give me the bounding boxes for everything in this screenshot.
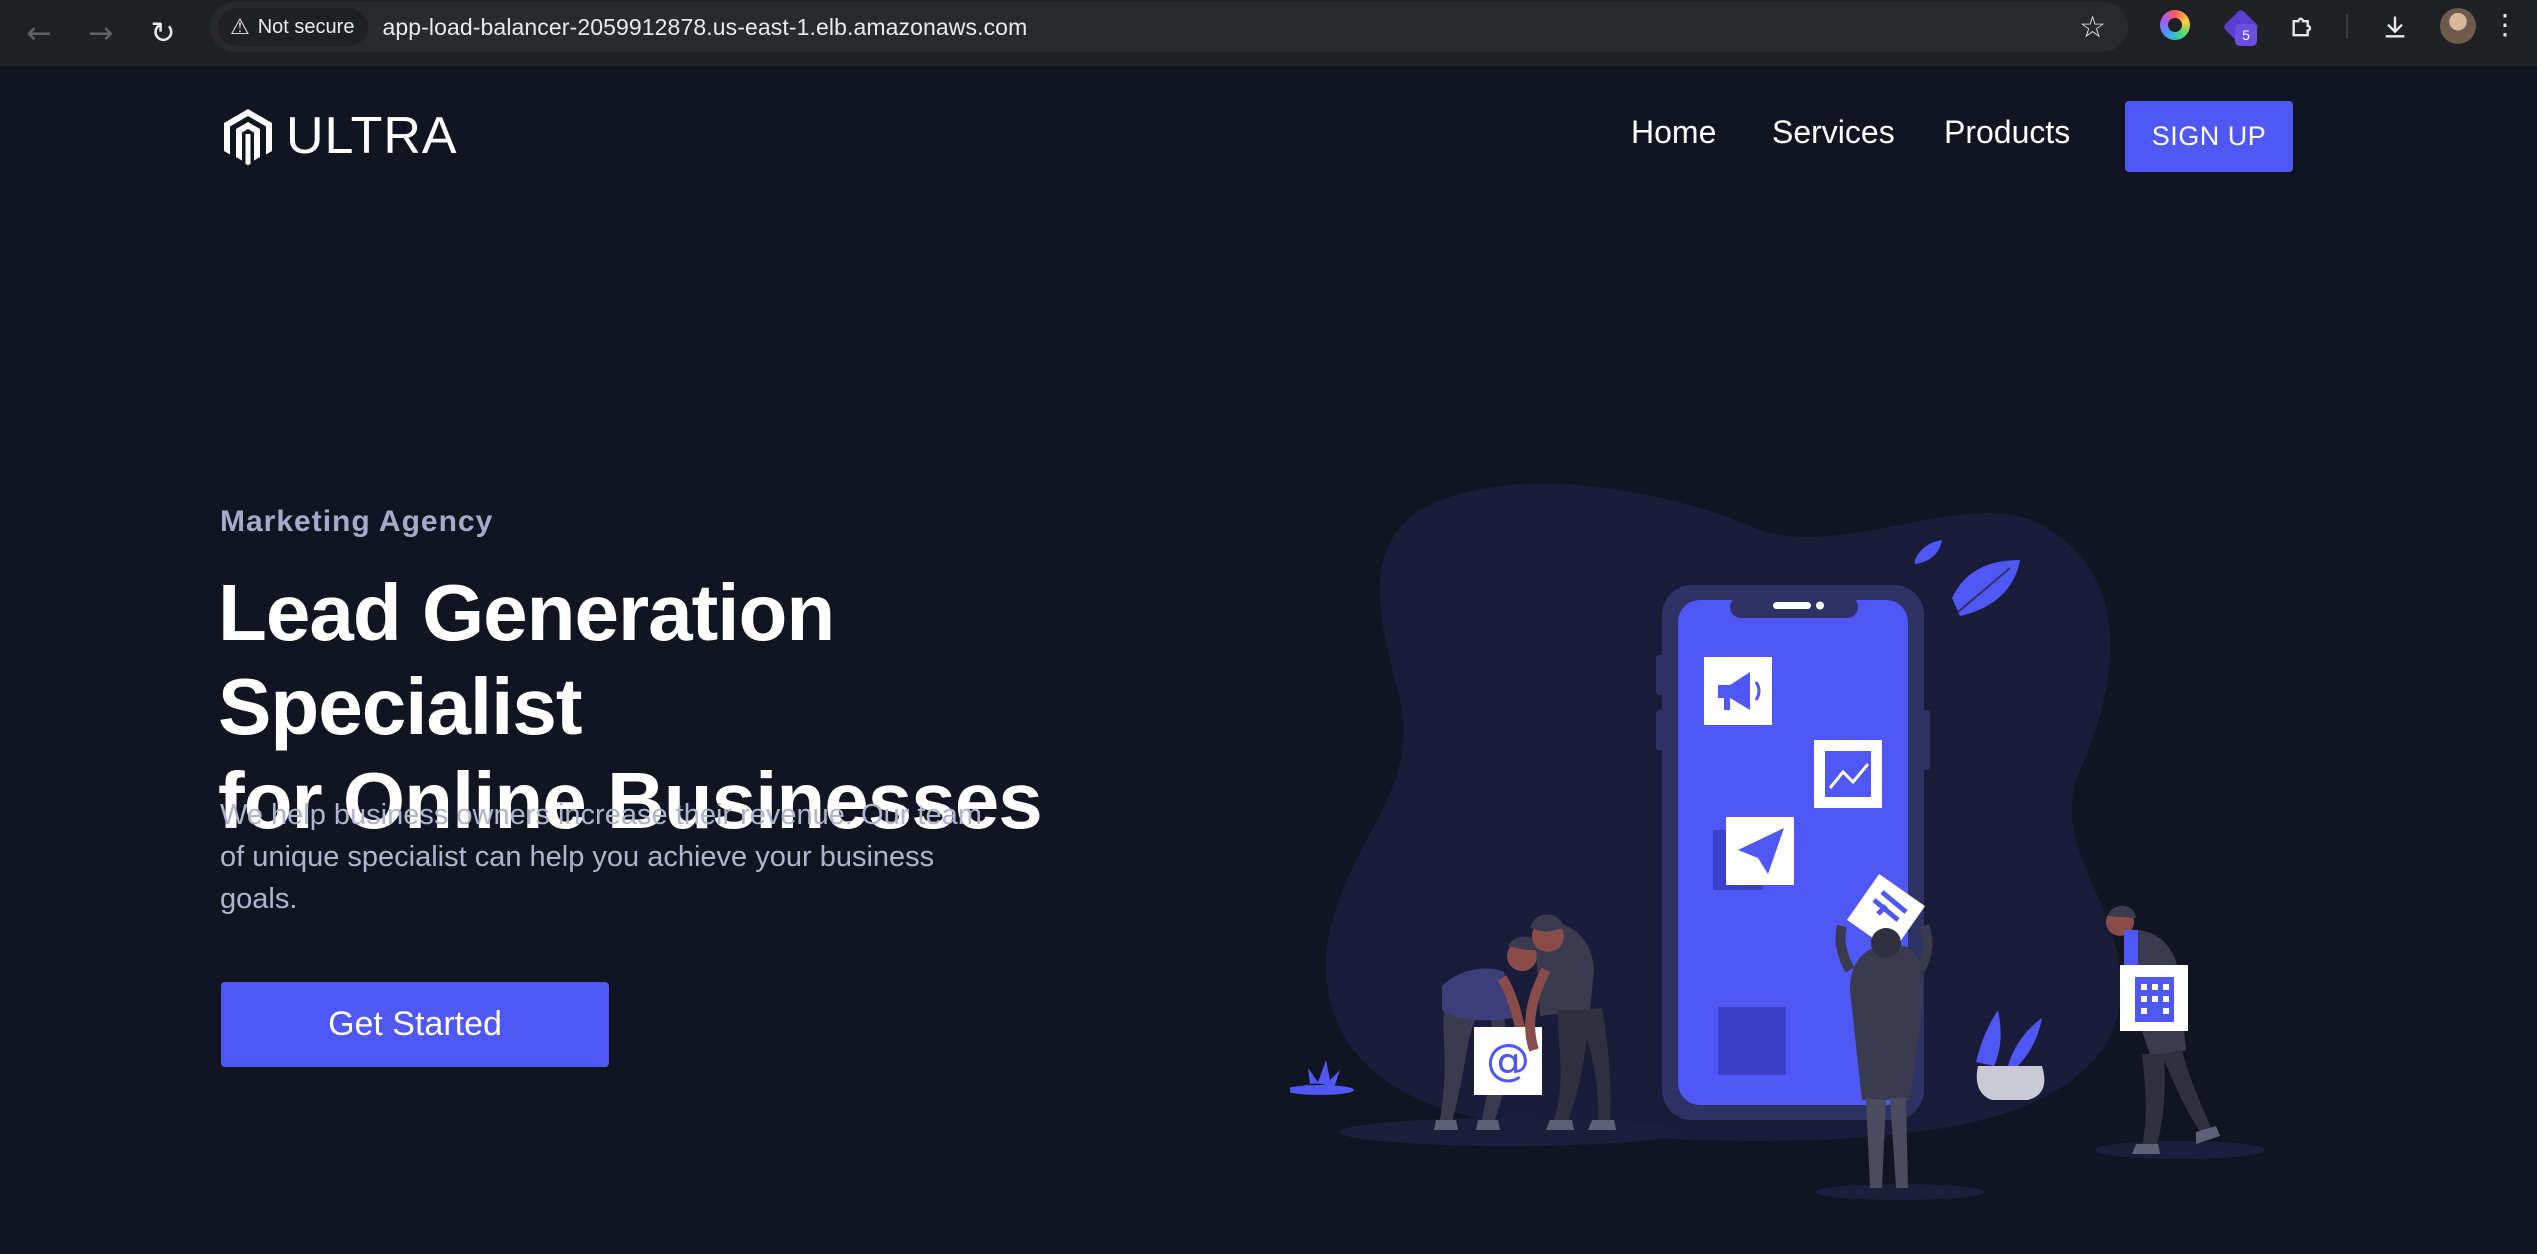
nav-home[interactable]: Home	[1631, 114, 1716, 151]
browser-toolbar: ← → ↻ ⚠ Not secure app-load-balancer-205…	[0, 0, 2537, 66]
analytics-icon	[1814, 740, 1882, 808]
brand-logo[interactable]: ULTRA	[222, 106, 458, 166]
brand-mark-icon	[224, 109, 272, 165]
more-menu-icon[interactable]: ⋮	[2491, 8, 2519, 41]
site-header: ULTRA Home Services Products SIGN UP	[0, 66, 2537, 206]
nav-products[interactable]: Products	[1944, 114, 2070, 151]
security-label: Not secure	[257, 15, 355, 38]
security-chip[interactable]: ⚠ Not secure	[218, 8, 369, 46]
hero-description: We help business owners increase their r…	[220, 799, 982, 915]
building-icon	[2120, 965, 2188, 1031]
puzzle-icon[interactable]	[2286, 10, 2320, 44]
star-icon[interactable]: ☆	[2079, 10, 2106, 45]
hero-title-line-1: Lead Generation Specialist	[218, 568, 835, 751]
megaphone-icon	[1704, 657, 1772, 725]
email-glyph: @	[1486, 1035, 1530, 1086]
signup-button[interactable]: SIGN UP	[2125, 101, 2293, 172]
url-text[interactable]: app-load-balancer-2059912878.us-east-1.e…	[382, 14, 1027, 41]
brand-name: ULTRA	[286, 107, 458, 165]
address-bar[interactable]: ⚠ Not secure app-load-balancer-205991287…	[210, 2, 2128, 52]
nav-services[interactable]: Services	[1772, 114, 1895, 151]
reload-icon[interactable]: ↻	[140, 10, 186, 56]
hero-illustration: @	[1290, 483, 2265, 1200]
download-icon[interactable]	[2378, 10, 2412, 44]
warning-icon: ⚠	[230, 14, 250, 39]
avatar[interactable]	[2440, 8, 2476, 44]
back-arrow-icon[interactable]: ←	[16, 10, 62, 56]
hero-eyebrow: Marketing Agency	[220, 505, 494, 538]
forward-arrow-icon[interactable]: →	[78, 10, 124, 56]
color-wheel-icon[interactable]	[2160, 10, 2190, 40]
toolbar-divider	[2346, 14, 2348, 38]
plant-left-icon	[1298, 1060, 1340, 1088]
get-started-button[interactable]: Get Started	[221, 982, 609, 1067]
extension-badge: 5	[2235, 24, 2257, 46]
